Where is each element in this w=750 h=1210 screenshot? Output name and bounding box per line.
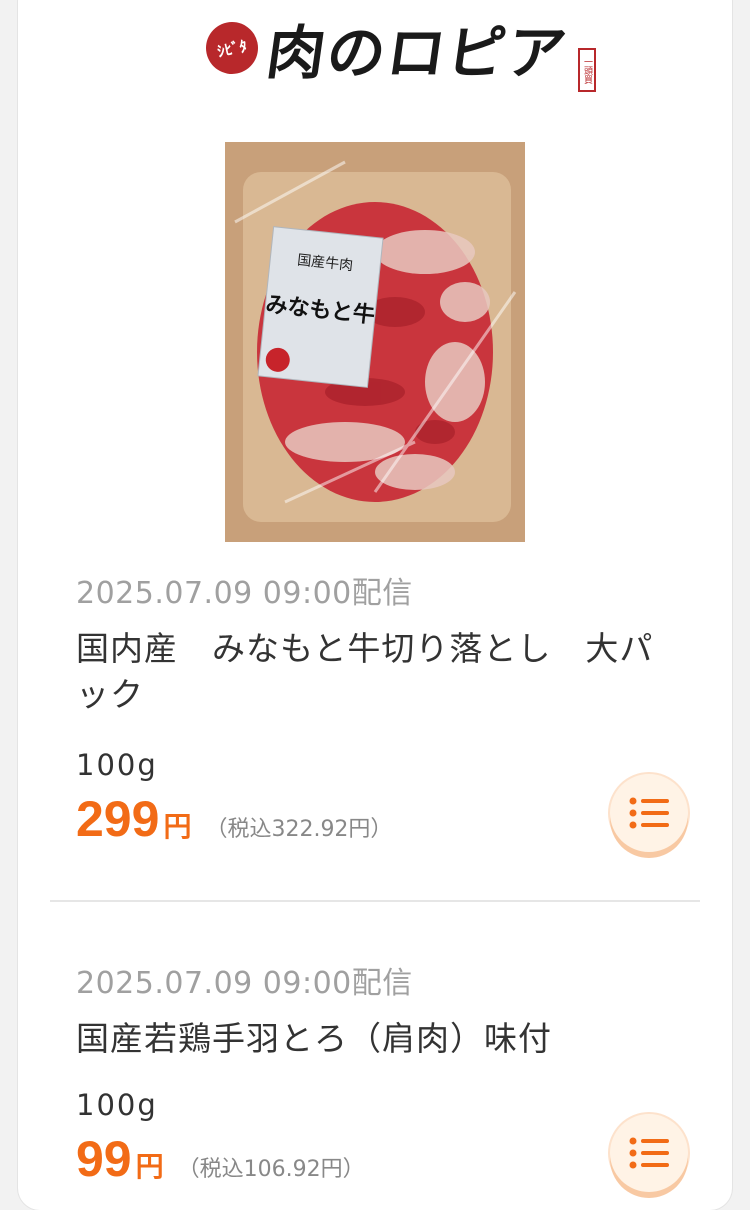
item-divider [50, 900, 700, 902]
tax-price: （税込106.92円） [177, 1157, 365, 1182]
award-stamp: 一頭買 [578, 48, 596, 92]
tax-price: （税込322.92円） [205, 817, 393, 842]
product-card: ｼﾋﾞﾀ 肉のロピア 一頭買 国産牛肉 みなもと牛 2025.07.09 09:… [18, 0, 732, 1210]
logo-text: 肉のロピア [262, 19, 573, 87]
price-value: 299 [76, 791, 160, 847]
product-name[interactable]: 国産若鶏手羽とろ（肩肉）味付 [76, 1016, 676, 1062]
product-quantity: 100g [76, 748, 158, 782]
price-row: 299 円 （税込322.92円） [76, 790, 392, 848]
price-value: 99 [76, 1131, 132, 1187]
product-name[interactable]: 国内産 みなもと牛切り落とし 大パック [76, 626, 676, 718]
list-icon [629, 1137, 669, 1169]
product-quantity: 100g [76, 1088, 158, 1122]
logo-badge: ｼﾋﾞﾀ [201, 17, 263, 79]
delivery-date: 2025.07.09 09:00配信 [76, 576, 413, 611]
list-icon [629, 797, 669, 829]
delivery-date: 2025.07.09 09:00配信 [76, 966, 413, 1001]
store-logo: ｼﾋﾞﾀ 肉のロピア 一頭買 [188, 4, 598, 92]
price-currency: 円 [135, 1150, 164, 1183]
add-to-list-button[interactable] [610, 774, 688, 852]
price-currency: 円 [163, 810, 192, 843]
price-row: 99 円 （税込106.92円） [76, 1130, 365, 1188]
add-to-list-button[interactable] [610, 1114, 688, 1192]
product-image[interactable]: 国産牛肉 みなもと牛 [225, 142, 525, 542]
